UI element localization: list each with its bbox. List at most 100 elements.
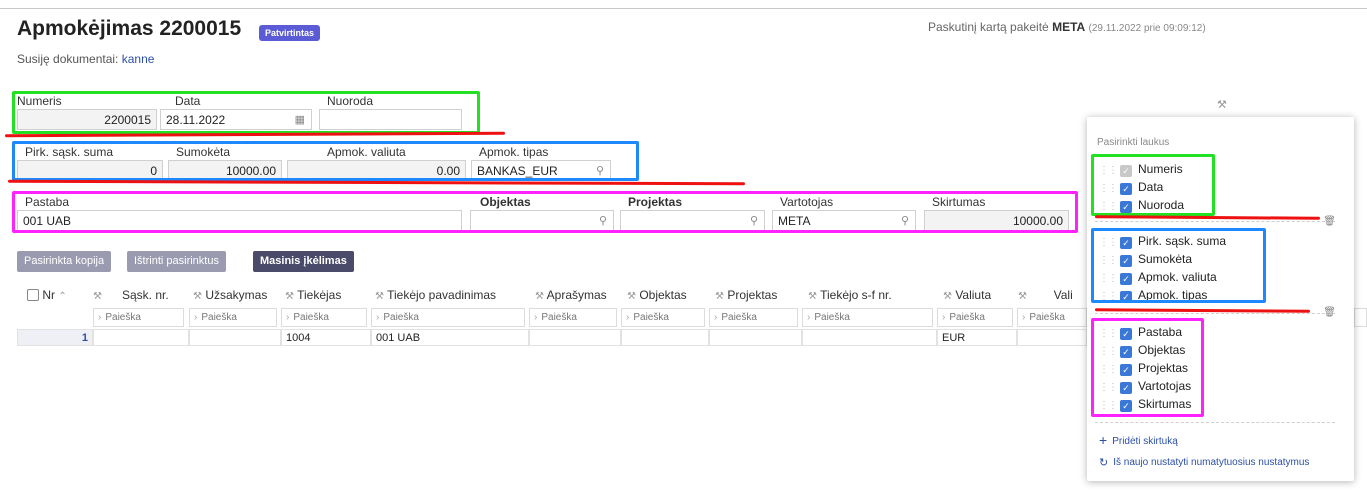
copy-selected-button[interactable]: Pasirinkta kopija (17, 251, 112, 272)
field-option-skirtumas[interactable]: ⋮⋮ ✓ Skirtumas (1099, 397, 1191, 415)
field-option-projektas[interactable]: ⋮⋮ ✓ Projektas (1099, 361, 1188, 379)
trash-icon[interactable]: 🗑 (1323, 216, 1336, 227)
wrench-icon[interactable]: ⚒ (943, 291, 952, 302)
field-option-data[interactable]: ⋮⋮ ✓ Data (1099, 180, 1163, 198)
cell-tiekejo-sf-nr[interactable] (802, 329, 937, 346)
search-icon[interactable]: ⚲ (599, 214, 607, 227)
column-tiekejas[interactable]: ⚒ Tiekėjas (285, 288, 341, 302)
search-icon[interactable]: ⚲ (750, 214, 758, 227)
filter-tiekejo-sf-nr[interactable]: › Paieška (802, 308, 933, 327)
filter-aprasymas[interactable]: › Paieška (529, 308, 617, 327)
skirtumas-input[interactable]: 10000.00 (924, 210, 1069, 231)
wrench-icon[interactable]: ⚒ (535, 291, 544, 302)
select-all-checkbox[interactable] (27, 289, 39, 301)
drag-handle-icon[interactable]: ⋮⋮ (1099, 400, 1118, 411)
apmok-valiuta-input[interactable]: 0.00 (287, 160, 466, 181)
drag-handle-icon[interactable]: ⋮⋮ (1099, 165, 1118, 176)
drag-handle-icon[interactable]: ⋮⋮ (1099, 346, 1118, 357)
search-icon[interactable]: ⚲ (596, 164, 604, 177)
related-link[interactable]: kanne (122, 52, 155, 66)
drag-handle-icon[interactable]: ⋮⋮ (1099, 291, 1118, 302)
column-tiekejo-pavadinimas[interactable]: ⚒ Tiekėjo pavadinimas (375, 288, 496, 302)
wrench-icon[interactable]: ⚒ (193, 291, 202, 302)
field-option-sumoketa[interactable]: ⋮⋮ ✓ Sumokėta (1099, 252, 1192, 270)
vartotojas-input[interactable]: META ⚲ (772, 210, 916, 231)
cell-tiekejas[interactable]: 1004 (281, 329, 371, 346)
wrench-icon[interactable]: ⚒ (1217, 98, 1227, 111)
filter-tiekejas[interactable]: › Paieška (281, 308, 367, 327)
wrench-icon[interactable]: ⚒ (93, 291, 102, 302)
search-icon[interactable]: ⚲ (901, 214, 909, 227)
drag-handle-icon[interactable]: ⋮⋮ (1099, 364, 1118, 375)
wrench-icon[interactable]: ⚒ (285, 291, 294, 302)
pastaba-input[interactable]: 001 UAB (17, 210, 462, 231)
drag-handle-icon[interactable]: ⋮⋮ (1099, 255, 1118, 266)
sort-asc-icon[interactable]: ⌃ (58, 291, 66, 302)
drag-handle-icon[interactable]: ⋮⋮ (1099, 237, 1118, 248)
field-option-nuoroda[interactable]: ⋮⋮ ✓ Nuoroda (1099, 198, 1184, 216)
field-option-vartotojas[interactable]: ⋮⋮ ✓ Vartotojas (1099, 379, 1191, 397)
cell-projektas[interactable] (709, 329, 802, 346)
column-valiuta[interactable]: ⚒ Valiuta (943, 288, 991, 302)
add-tab-link[interactable]: + Pridėti skirtuką (1099, 432, 1178, 448)
drag-handle-icon[interactable]: ⋮⋮ (1099, 183, 1118, 194)
drag-handle-icon[interactable]: ⋮⋮ (1099, 273, 1118, 284)
filter-tiekejo-pavadinimas[interactable]: › Paieška (371, 308, 525, 327)
checkbox-checked-icon[interactable]: ✓ (1120, 237, 1132, 249)
wrench-icon[interactable]: ⚒ (375, 291, 384, 302)
filter-extra[interactable] (1354, 308, 1367, 327)
cell-valiuta[interactable]: EUR (937, 329, 1017, 346)
pirk-sask-suma-input[interactable]: 0 (17, 160, 163, 181)
drag-handle-icon[interactable]: ⋮⋮ (1099, 382, 1118, 393)
checkbox-checked-icon[interactable]: ✓ (1120, 364, 1132, 376)
filter-objektas[interactable]: › Paieška (621, 308, 705, 327)
reset-defaults-link[interactable]: ↻ Iš naujo nustatyti numatytuosius nustat… (1099, 456, 1309, 469)
column-sask-nr[interactable]: ⚒ Sąsk. nr. (93, 288, 169, 302)
row-number[interactable]: 1 (17, 329, 93, 346)
field-option-numeris[interactable]: ⋮⋮ ✓ Numeris (1099, 162, 1183, 180)
checkbox-checked-icon[interactable]: ✓ (1120, 183, 1132, 195)
column-objektas[interactable]: ⚒ Objektas (627, 288, 687, 302)
apmok-tipas-input[interactable]: BANKAS_EUR ⚲ (471, 160, 611, 181)
column-aprasymas[interactable]: ⚒ Aprašymas (535, 288, 607, 302)
checkbox-checked-icon[interactable]: ✓ (1120, 382, 1132, 394)
nuoroda-input[interactable] (319, 109, 462, 130)
cell-objektas[interactable] (621, 329, 709, 346)
field-option-pastaba[interactable]: ⋮⋮ ✓ Pastaba (1099, 325, 1182, 343)
field-option-apmok-tipas[interactable]: ⋮⋮ ✓ Apmok. tipas (1099, 288, 1207, 306)
objektas-input[interactable]: ⚲ (470, 210, 614, 231)
data-input[interactable]: 28.11.2022 ▦ (160, 109, 312, 130)
cell-vali[interactable] (1017, 329, 1087, 346)
column-uzsakymas[interactable]: ⚒ Užsakymas (193, 288, 267, 302)
wrench-icon[interactable]: ⚒ (627, 291, 636, 302)
numeris-input[interactable]: 2200015 (17, 109, 157, 130)
projektas-input[interactable]: ⚲ (620, 210, 765, 231)
calendar-icon[interactable]: ▦ (295, 113, 305, 126)
field-option-objektas[interactable]: ⋮⋮ ✓ Objektas (1099, 343, 1185, 361)
checkbox-checked-icon[interactable]: ✓ (1120, 255, 1132, 267)
wrench-icon[interactable]: ⚒ (715, 291, 724, 302)
column-nr[interactable]: Nr ⌃ (27, 288, 67, 302)
filter-valiuta[interactable]: › Paieška (937, 308, 1013, 327)
field-option-apmok-valiuta[interactable]: ⋮⋮ ✓ Apmok. valiuta (1099, 270, 1217, 288)
filter-uzsakymas[interactable]: › Paieška (189, 308, 277, 327)
checkbox-checked-icon[interactable]: ✓ (1120, 273, 1132, 285)
cell-aprasymas[interactable] (529, 329, 621, 346)
drag-handle-icon[interactable]: ⋮⋮ (1099, 201, 1118, 212)
filter-sask-nr[interactable]: › Paieška (93, 308, 184, 327)
wrench-icon[interactable]: ⚒ (1018, 291, 1027, 302)
checkbox-checked-icon[interactable]: ✓ (1120, 346, 1132, 358)
checkbox-checked-icon[interactable]: ✓ (1120, 201, 1132, 213)
checkbox-checked-icon[interactable]: ✓ (1120, 400, 1132, 412)
checkbox-checked-icon[interactable]: ✓ (1120, 291, 1132, 303)
trash-icon[interactable]: 🗑 (1323, 307, 1336, 318)
field-option-pirk-sask-suma[interactable]: ⋮⋮ ✓ Pirk. sąsk. suma (1099, 234, 1226, 252)
column-projektas[interactable]: ⚒ Projektas (715, 288, 777, 302)
drag-handle-icon[interactable]: ⋮⋮ (1099, 328, 1118, 339)
cell-sask-nr[interactable] (93, 329, 189, 346)
checkbox-checked-icon[interactable]: ✓ (1120, 328, 1132, 340)
filter-projektas[interactable]: › Paieška (709, 308, 798, 327)
sumoketa-input[interactable]: 10000.00 (168, 160, 282, 181)
wrench-icon[interactable]: ⚒ (808, 291, 817, 302)
cell-tiekejo-pavadinimas[interactable]: 001 UAB (371, 329, 529, 346)
